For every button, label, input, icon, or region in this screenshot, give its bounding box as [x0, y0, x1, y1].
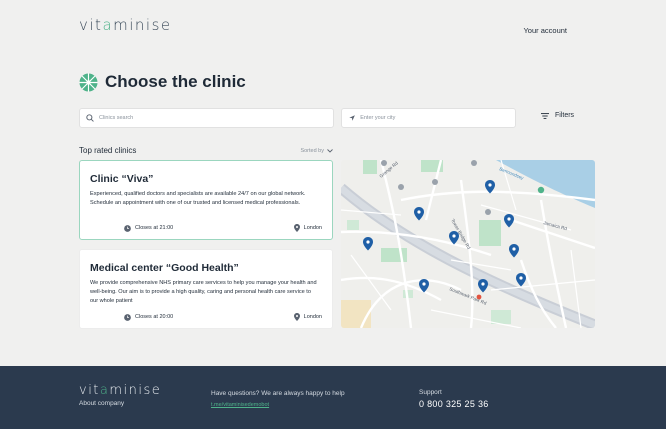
clinic-location: London [293, 224, 322, 232]
page-title-row: Choose the clinic [79, 72, 246, 92]
clock-icon [124, 313, 131, 321]
support-phone[interactable]: 0 800 325 25 36 [419, 399, 489, 409]
clinic-footer: Closes at 21:00 London [124, 224, 322, 232]
clinic-card[interactable]: Clinic “Viva” Experienced, qualified doc… [79, 160, 333, 240]
footer: vitaminise About company Have questions?… [0, 366, 666, 429]
city-search-box[interactable] [341, 108, 516, 128]
filters-label: Filters [555, 112, 575, 119]
about-company-link[interactable]: About company [79, 400, 124, 407]
search-icon [86, 114, 94, 122]
clinic-footer: Closes at 20:00 London [124, 313, 322, 321]
clinic-hours: Closes at 20:00 [124, 313, 173, 321]
clinic-name: Clinic “Viva” [90, 173, 154, 185]
your-account-link[interactable]: Your account [523, 26, 567, 35]
support-label: Support [419, 389, 442, 396]
clinic-location: London [293, 313, 322, 321]
clinics-map[interactable]: Bermondsey Southwark Park Rd Jamaica Rd … [341, 160, 595, 328]
filters-button[interactable]: Filters [541, 112, 574, 119]
chevron-down-icon [327, 148, 333, 153]
clinic-search-input[interactable] [99, 115, 299, 121]
telegram-bot-link[interactable]: t.me/vitaminisedemobot [211, 402, 269, 408]
filter-lines-icon [541, 112, 549, 119]
list-header: Top rated clinics Sorted by [79, 146, 333, 155]
clinic-description: We provide comprehensive NHS primary car… [90, 280, 317, 305]
header: vitaminise Your account [0, 0, 666, 60]
logo[interactable]: vitaminise [79, 16, 172, 34]
map-pin-icon [293, 224, 300, 232]
clinic-description: Experienced, qualified doctors and speci… [90, 191, 306, 207]
city-input[interactable] [360, 115, 515, 121]
clinic-search-box[interactable] [79, 108, 334, 128]
sort-dropdown[interactable]: Sorted by [300, 148, 333, 154]
clinic-card[interactable]: Medical center “Good Health” We provide … [79, 249, 333, 329]
help-text: Have questions? We are always happy to h… [211, 390, 345, 397]
list-title: Top rated clinics [79, 146, 137, 155]
clock-icon [124, 224, 131, 232]
page-title: Choose the clinic [105, 72, 246, 91]
location-arrow-icon [349, 115, 355, 121]
map-pin-icon [293, 313, 300, 321]
sort-label: Sorted by [300, 147, 324, 154]
clinic-name: Medical center “Good Health” [90, 262, 239, 274]
clinic-flower-icon [79, 72, 98, 92]
footer-logo[interactable]: vitaminise [79, 383, 161, 398]
map-canvas[interactable]: Bermondsey Southwark Park Rd Jamaica Rd … [341, 160, 595, 328]
clinic-hours: Closes at 21:00 [124, 224, 173, 232]
